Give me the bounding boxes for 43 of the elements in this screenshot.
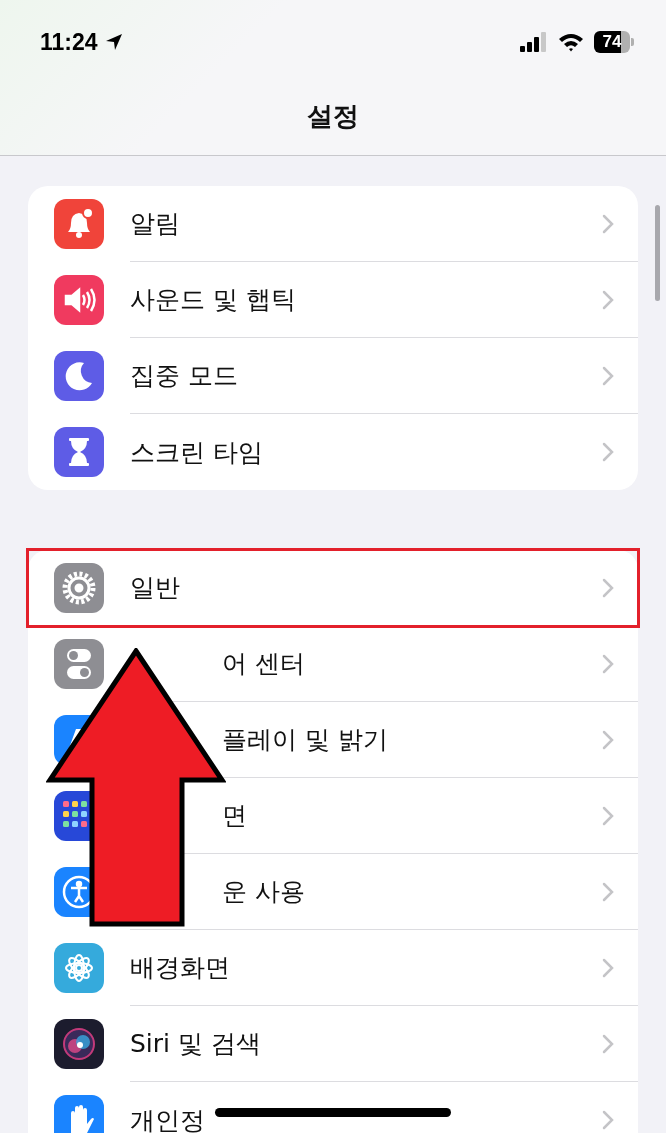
hourglass-icon: [54, 427, 104, 477]
row-label: 일반: [130, 575, 180, 600]
row-label: Siri 및 검색: [130, 1031, 261, 1056]
chevron-icon: [602, 213, 614, 234]
gear-icon: [54, 563, 104, 613]
speaker-icon: [54, 275, 104, 325]
chevron-icon: [602, 653, 614, 674]
chevron-icon: [602, 577, 614, 598]
settings-row[interactable]: Siri 및 검색: [28, 1006, 638, 1082]
chevron-icon: [602, 1033, 614, 1054]
chevron-icon: [602, 729, 614, 750]
chevron-icon: [602, 1110, 614, 1130]
row-label: 면: [222, 803, 247, 828]
moon-icon: [54, 351, 104, 401]
row-label: 집중 모드: [130, 363, 238, 388]
wifi-icon: [558, 32, 584, 52]
settings-row[interactable]: 알림: [28, 186, 638, 262]
chevron-icon: [602, 957, 614, 978]
settings-row[interactable]: 배경화면: [28, 930, 638, 1006]
clock-time: 11:24: [40, 28, 98, 56]
row-label: 배경화면: [130, 955, 230, 980]
row-label: 플레이 및 밝기: [222, 727, 388, 752]
row-label: 개인정: [130, 1107, 205, 1133]
row-label: 알림: [130, 211, 180, 236]
settings-row[interactable]: 집중 모드: [28, 338, 638, 414]
settings-row[interactable]: 스크린 타임: [28, 414, 638, 490]
chevron-icon: [602, 805, 614, 826]
chevron-icon: [602, 289, 614, 310]
row-label: 운 사용: [222, 879, 305, 904]
chevron-icon: [602, 442, 614, 462]
chevron-icon: [602, 365, 614, 386]
settings-row[interactable]: 사운드 및 햅틱: [28, 262, 638, 338]
flower-icon: [54, 943, 104, 993]
row-label: 어 센터: [222, 651, 305, 676]
settings-row[interactable]: 일반: [28, 550, 638, 626]
row-label: 스크린 타임: [130, 439, 263, 465]
orb-icon: [54, 1019, 104, 1069]
page-title: 설정: [307, 100, 359, 133]
bell-icon: [54, 199, 104, 249]
chevron-icon: [602, 881, 614, 902]
row-label: 사운드 및 햅틱: [130, 287, 296, 312]
signal-icon: [520, 32, 548, 52]
toggles-icon: [54, 639, 104, 689]
